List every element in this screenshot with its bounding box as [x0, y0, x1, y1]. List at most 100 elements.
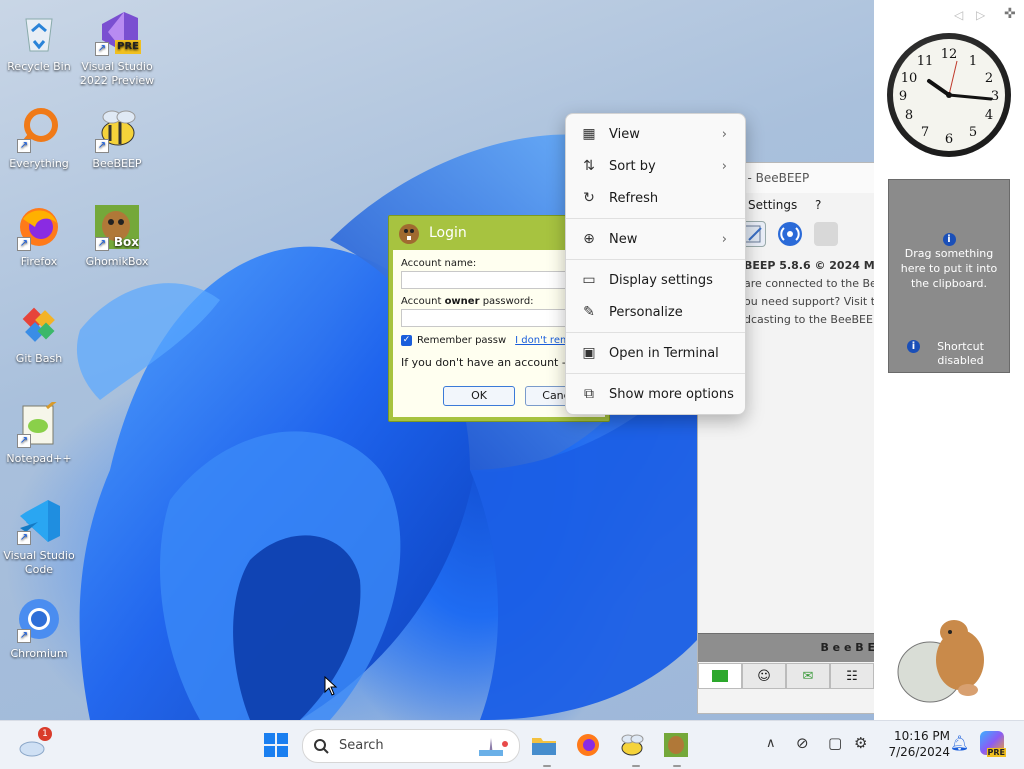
add-gadget-icon[interactable]: ✜	[1004, 6, 1016, 22]
svg-text:10: 10	[901, 71, 918, 86]
clipboard-gadget[interactable]: i Drag something here to put it into the…	[888, 179, 1010, 373]
terminal-icon: ▣	[582, 345, 596, 361]
desktop-icon-chromium[interactable]: ↗ Chromium	[0, 595, 78, 661]
more-options-icon: ⧉	[584, 386, 594, 402]
desktop-icon-ghomikbox[interactable]: Box ↗ GhomikBox	[78, 203, 156, 269]
menu-item-refresh[interactable]: ↻ Refresh	[570, 183, 741, 213]
desktop-icon-notepadpp[interactable]: ↗ Notepad++	[0, 400, 78, 466]
menu-item-label: New	[609, 231, 638, 247]
clock-face: 12 1 2 3 45 6 78 9 10 11	[893, 39, 1005, 151]
ok-button[interactable]: OK	[443, 386, 515, 406]
copilot-icon[interactable]: PRE	[980, 731, 1006, 757]
shortcut-arrow-icon: ↗	[17, 237, 31, 251]
tab-network[interactable]: ☷	[830, 663, 874, 689]
pre-badge: PRE	[986, 748, 1006, 757]
settings-sliders-icon[interactable]: ⚙	[854, 734, 867, 752]
svg-text:3: 3	[991, 89, 999, 104]
desktop-icon-vscode[interactable]: ↗ Visual Studio Code	[0, 497, 78, 577]
ghomikbox-icon	[664, 733, 688, 757]
chat-icon	[712, 670, 728, 682]
start-button[interactable]	[262, 731, 290, 759]
previous-icon[interactable]: ◁	[954, 8, 963, 22]
clock-time: 10:16 PM	[894, 729, 950, 743]
disabled-tool-icon[interactable]	[814, 222, 838, 246]
broadcast-icon[interactable]	[778, 222, 802, 246]
tab-groups[interactable]: ✉	[786, 663, 830, 689]
clock-date: 7/26/2024	[888, 745, 950, 759]
menu-help[interactable]: ?	[815, 198, 821, 212]
no-account-text: If you don't have an account -	[401, 356, 570, 369]
tab-chat[interactable]	[698, 663, 742, 689]
menu-item-new[interactable]: ⊕ New ›	[570, 224, 741, 254]
shortcut-arrow-icon: ↗	[95, 42, 109, 56]
label-part: password:	[479, 296, 534, 307]
menu-item-display-settings[interactable]: ▭ Display settings	[570, 265, 741, 295]
recycle-bin-icon	[15, 8, 63, 56]
desktop-icon-visual-studio[interactable]: PRE ↗ Visual Studio 2022 Preview	[78, 8, 156, 88]
shortcut-arrow-icon: ↗	[95, 139, 109, 153]
info-icon: i	[907, 340, 920, 353]
desktop-icon-label: Git Bash	[15, 352, 63, 365]
refresh-icon: ↻	[583, 190, 595, 206]
everything-search-icon: ↗	[15, 105, 63, 153]
svg-text:9: 9	[899, 89, 907, 104]
taskbar-file-explorer[interactable]	[530, 731, 558, 759]
windows-logo-icon	[264, 733, 288, 757]
log-line: ou need support? Visit the h	[744, 293, 875, 311]
folder-icon	[532, 738, 556, 755]
menu-item-label: Refresh	[609, 190, 659, 206]
show-hidden-icons-chevron-up-icon[interactable]: ∧	[766, 736, 776, 751]
clipboard-status: i Shortcut disabled	[907, 340, 997, 368]
menu-item-view[interactable]: ▦ View ›	[570, 119, 741, 149]
login-title: Login	[429, 225, 467, 241]
brand-bar: B e e B E	[698, 633, 875, 662]
menu-item-sort-by[interactable]: ⇅ Sort by ›	[570, 151, 741, 181]
desktop-icon-git-bash[interactable]: Git Bash	[0, 300, 78, 366]
running-indicator	[632, 765, 640, 767]
clock-hands: 12 12 3 45 6 78 9 10 11	[899, 47, 999, 147]
desktop-context-menu[interactable]: ▦ View › ⇅ Sort by › ↻ Refresh ⊕ New › ▭…	[565, 113, 746, 415]
network-offline-icon[interactable]: ⊘	[796, 734, 809, 752]
system-clock[interactable]: 10:16 PM 7/26/2024	[878, 728, 950, 760]
notification-bell-icon[interactable]: 🔔︎	[950, 734, 969, 752]
desktop-icon-firefox[interactable]: ↗ Firefox	[0, 203, 78, 269]
analog-clock-gadget[interactable]: 12 1 2 3 45 6 78 9 10 11	[887, 33, 1011, 157]
brand-text: B e e B E	[820, 641, 875, 654]
search-icon	[314, 739, 329, 754]
beaver-icon	[399, 224, 419, 244]
search-placeholder: Search	[339, 738, 384, 753]
taskbar-ghomikbox[interactable]	[662, 731, 690, 759]
log-line: dcasting to the BeeBEEP Ne	[744, 313, 876, 326]
taskbar-search-box[interactable]: Search	[302, 729, 520, 763]
taskbar: 1 Search ∧ ⊘ ▢ ⚙ 10:16 PM 7/26/2024 🔔︎ P…	[0, 720, 1024, 769]
menu-item-label: Display settings	[609, 272, 713, 288]
shortcut-arrow-icon: ↗	[17, 139, 31, 153]
display-icon[interactable]: ▢	[828, 734, 842, 752]
new-plus-icon: ⊕	[583, 231, 595, 247]
users-icon: ☺	[757, 668, 771, 684]
mouse-cursor-icon	[324, 676, 338, 696]
desktop-icon-label: GhomikBox	[85, 255, 149, 268]
menu-item-open-in-terminal[interactable]: ▣ Open in Terminal	[570, 338, 741, 368]
menu-item-personalize[interactable]: ✎ Personalize	[570, 297, 741, 327]
weather-widget[interactable]: 1	[18, 727, 52, 759]
desktop-icon-everything[interactable]: ↗ Everything	[0, 105, 78, 171]
menu-item-label: Sort by	[609, 158, 656, 174]
running-indicator	[543, 765, 551, 767]
taskbar-firefox[interactable]	[574, 731, 602, 759]
desktop-icon-beebeep[interactable]: ↗ BeeBEEP	[78, 105, 156, 171]
log-line: are connected to the BeeBE	[744, 277, 876, 290]
remember-checkbox[interactable]: ✓	[401, 335, 412, 346]
taskbar-beebeep[interactable]	[618, 731, 646, 759]
next-icon[interactable]: ▷	[976, 8, 985, 22]
hamster-desktop-pet[interactable]	[880, 610, 1000, 710]
menu-item-show-more-options[interactable]: ⧉ Show more options	[570, 379, 741, 409]
svg-text:6: 6	[945, 132, 953, 147]
chevron-right-icon: ›	[721, 126, 727, 142]
search-highlight-icon	[479, 738, 508, 756]
desktop-icon-label: Visual Studio Code	[3, 549, 75, 576]
menu-settings[interactable]: Settings	[748, 198, 797, 212]
desktop-icon-recycle-bin[interactable]: Recycle Bin	[0, 8, 78, 74]
desktop-icon-label: Firefox	[20, 255, 58, 268]
tab-users[interactable]: ☺	[742, 663, 786, 689]
